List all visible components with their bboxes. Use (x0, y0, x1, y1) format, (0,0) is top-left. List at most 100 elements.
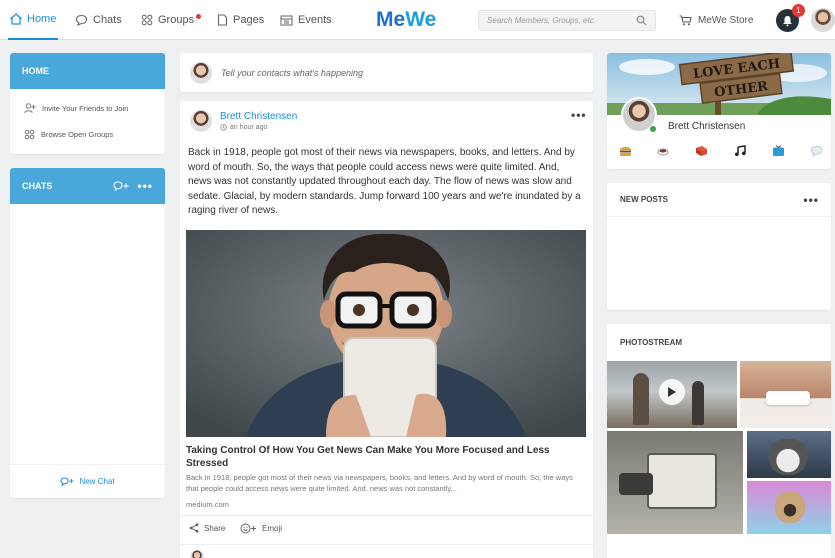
chats-card-header: CHATS ••• (10, 168, 165, 204)
cart-icon (679, 14, 692, 25)
new-posts-title: NEW POSTS (620, 195, 669, 204)
store-link[interactable]: MeWe Store (679, 0, 753, 40)
photo-1-figure (633, 373, 649, 425)
nav-events[interactable]: Events (280, 0, 332, 40)
clock-icon (220, 124, 227, 131)
share-icon (189, 523, 199, 533)
share-button[interactable]: Share (189, 523, 225, 533)
post-time-row: an hour ago (220, 124, 297, 131)
photo-3-device (647, 453, 717, 509)
browse-groups-link[interactable]: Browse Open Groups (24, 129, 113, 140)
play-triangle (668, 387, 676, 397)
book-icon[interactable] (695, 145, 708, 157)
comment-avatar (190, 550, 204, 558)
new-posts-more-icon[interactable]: ••• (803, 193, 819, 207)
emoji-label: Emoji (262, 524, 283, 533)
speech-icon[interactable] (810, 145, 823, 157)
tv-icon[interactable] (772, 145, 785, 157)
nav-home-label: Home (27, 13, 57, 25)
invite-friends-label: Invite Your Friends to Join (42, 104, 129, 113)
chats-card-title: CHATS (22, 181, 53, 191)
next-post-divider (180, 544, 593, 545)
photostream-card: PHOTOSTREAM (607, 324, 831, 558)
post-author-avatar[interactable] (190, 110, 212, 132)
photo-thumb-2[interactable] (740, 361, 831, 428)
profile-shortcuts (619, 145, 823, 157)
post-body: Back in 1918, people got most of their n… (188, 147, 581, 216)
profile-card: LOVE EACH OTHER Brett Christensen (607, 53, 831, 169)
groups-icon (141, 14, 153, 26)
post-more-icon[interactable]: ••• (571, 108, 587, 122)
play-icon[interactable] (659, 379, 685, 405)
new-chat-button[interactable]: New Chat (10, 464, 165, 498)
photo-2-pillows (766, 391, 810, 405)
new-chat-icon[interactable] (113, 180, 129, 192)
online-status-dot (649, 125, 657, 133)
grid-icon (24, 129, 35, 140)
new-chat-label: New Chat (79, 477, 115, 486)
post-author-name[interactable]: Brett Christensen (220, 111, 297, 122)
chat-icon (75, 14, 88, 26)
emoji-button[interactable]: Emoji (240, 523, 282, 534)
notification-badge: 1 (792, 4, 805, 17)
new-posts-header: NEW POSTS ••• (607, 183, 831, 217)
music-icon[interactable] (734, 145, 747, 157)
home-card: HOME Invite Your Friends to Join Browse … (10, 53, 165, 154)
home-card-title: HOME (22, 66, 49, 76)
emoji-icon (240, 523, 256, 534)
photo-thumb-5[interactable] (747, 481, 831, 534)
photostream-title: PHOTOSTREAM (620, 338, 683, 347)
search-placeholder: Search Members, Groups, etc. (487, 16, 596, 25)
nav-groups[interactable]: Groups (141, 0, 202, 40)
link-preview-domain: medium.com (186, 500, 229, 509)
link-preview-title[interactable]: Taking Control Of How You Get News Can M… (186, 444, 581, 470)
photo-5-pug (775, 491, 805, 523)
new-chat-footer-icon (60, 476, 74, 486)
home-icon (10, 13, 22, 25)
invite-friends-link[interactable]: Invite Your Friends to Join (24, 103, 128, 114)
home-card-header: HOME (10, 53, 165, 89)
coffee-icon[interactable] (657, 145, 670, 157)
photo-thumb-4[interactable] (747, 431, 831, 478)
browse-groups-label: Browse Open Groups (41, 130, 114, 139)
nav-events-label: Events (298, 14, 332, 26)
user-avatar[interactable] (811, 8, 835, 32)
store-label: MeWe Store (698, 14, 754, 26)
nav-chats-label: Chats (93, 14, 122, 26)
post-composer[interactable]: Tell your contacts what's happening (180, 53, 593, 92)
groups-notification-dot (196, 14, 202, 19)
post-actions-divider (180, 515, 593, 516)
nav-chats[interactable]: Chats (75, 0, 122, 40)
photo-4-dog (769, 439, 807, 475)
burger-icon[interactable] (619, 145, 632, 157)
chats-more-icon[interactable]: ••• (137, 179, 153, 193)
search-input[interactable]: Search Members, Groups, etc. (478, 10, 656, 31)
add-user-icon (24, 103, 36, 114)
link-preview-description: Back in 1918, people got most of their n… (186, 473, 573, 493)
composer-avatar (190, 61, 212, 84)
pages-icon (217, 14, 228, 26)
search-icon[interactable] (636, 15, 647, 26)
photo-thumb-1[interactable] (607, 361, 737, 428)
nav-home[interactable]: Home (8, 0, 59, 40)
nav-pages-label: Pages (233, 14, 265, 26)
nav-groups-label: Groups (158, 14, 195, 26)
profile-name[interactable]: Brett Christensen (668, 121, 745, 132)
link-preview-image[interactable] (186, 230, 586, 437)
post-header: Brett Christensen an hour ago (190, 110, 297, 132)
photo-thumb-3[interactable] (607, 431, 743, 534)
bell-icon (783, 15, 792, 26)
mewe-logo[interactable]: MeWe (376, 8, 436, 32)
photo-1-figure-2 (692, 381, 704, 425)
nav-pages[interactable]: Pages (217, 0, 264, 40)
post-time: an hour ago (230, 124, 268, 131)
top-nav: Home Chats Groups Pages Events MeWe Sear… (0, 0, 835, 40)
notifications-button[interactable]: 1 (776, 4, 805, 32)
chats-card: CHATS ••• New Chat (10, 168, 165, 498)
post-author-meta: Brett Christensen an hour ago (220, 111, 297, 131)
composer-placeholder: Tell your contacts what's happening (221, 67, 363, 78)
man-with-phone-image (186, 230, 586, 437)
chats-header-actions: ••• (113, 179, 153, 193)
photo-3-lens (619, 473, 653, 495)
new-posts-card: NEW POSTS ••• (607, 183, 831, 310)
